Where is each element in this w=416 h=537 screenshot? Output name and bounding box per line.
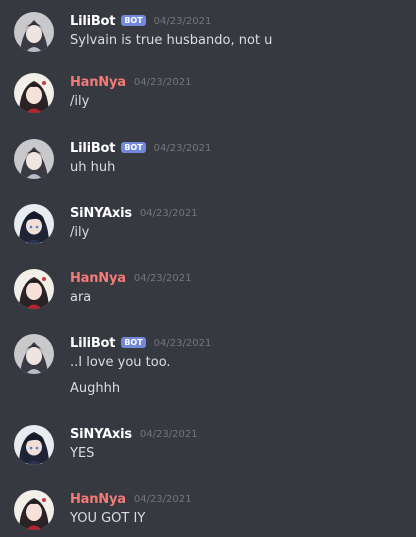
timestamp: 04/23/2021 xyxy=(153,337,212,349)
avatar[interactable] xyxy=(14,269,54,309)
message-text: /ily xyxy=(70,225,90,240)
message-text: Aughhh xyxy=(70,381,121,396)
bot-tag: BOT xyxy=(121,14,146,26)
timestamp: 04/23/2021 xyxy=(133,76,192,88)
avatar[interactable] xyxy=(14,490,54,530)
username[interactable]: HanNya xyxy=(70,75,126,90)
message-header: HanNya 04/23/2021 xyxy=(70,269,191,287)
avatar[interactable] xyxy=(14,204,54,244)
message-header: LiliBot BOT 04/23/2021 xyxy=(70,334,211,352)
avatar[interactable] xyxy=(14,334,54,374)
message-header: HanNya 04/23/2021 xyxy=(70,490,191,508)
avatar[interactable] xyxy=(14,73,54,113)
timestamp: 04/23/2021 xyxy=(139,207,198,219)
username[interactable]: LiliBot xyxy=(70,141,116,156)
username[interactable]: SiNYAxis xyxy=(70,427,132,442)
username[interactable]: HanNya xyxy=(70,492,126,507)
message-header: SiNYAxis 04/23/2021 xyxy=(70,425,198,443)
message-header: LiliBot BOT 04/23/2021 xyxy=(70,139,211,157)
message-header: SiNYAxis 04/23/2021 xyxy=(70,204,198,222)
username[interactable]: SiNYAxis xyxy=(70,206,132,221)
username[interactable]: HanNya xyxy=(70,271,126,286)
message-text: Sylvain is true husbando, not u xyxy=(70,33,273,48)
message-text: YOU GOT IY xyxy=(70,511,146,526)
timestamp: 04/23/2021 xyxy=(153,15,212,27)
avatar[interactable] xyxy=(14,12,54,52)
message-text: uh huh xyxy=(70,160,116,175)
bot-tag: BOT xyxy=(121,336,146,348)
message-header: LiliBot BOT 04/23/2021 xyxy=(70,12,211,30)
timestamp: 04/23/2021 xyxy=(133,272,192,284)
message-text: ara xyxy=(70,290,92,305)
timestamp: 04/23/2021 xyxy=(139,428,198,440)
bot-tag: BOT xyxy=(121,141,146,153)
message-text: ..I love you too. xyxy=(70,355,171,370)
timestamp: 04/23/2021 xyxy=(153,142,212,154)
message-text: YES xyxy=(70,446,95,461)
avatar[interactable] xyxy=(14,139,54,179)
message-header: HanNya 04/23/2021 xyxy=(70,73,191,91)
timestamp: 04/23/2021 xyxy=(133,493,192,505)
message-text: /ily xyxy=(70,94,90,109)
username[interactable]: LiliBot xyxy=(70,14,116,29)
username[interactable]: LiliBot xyxy=(70,336,116,351)
avatar[interactable] xyxy=(14,425,54,465)
message-list: LiliBot BOT 04/23/2021 Sylvain is true h… xyxy=(0,0,416,537)
